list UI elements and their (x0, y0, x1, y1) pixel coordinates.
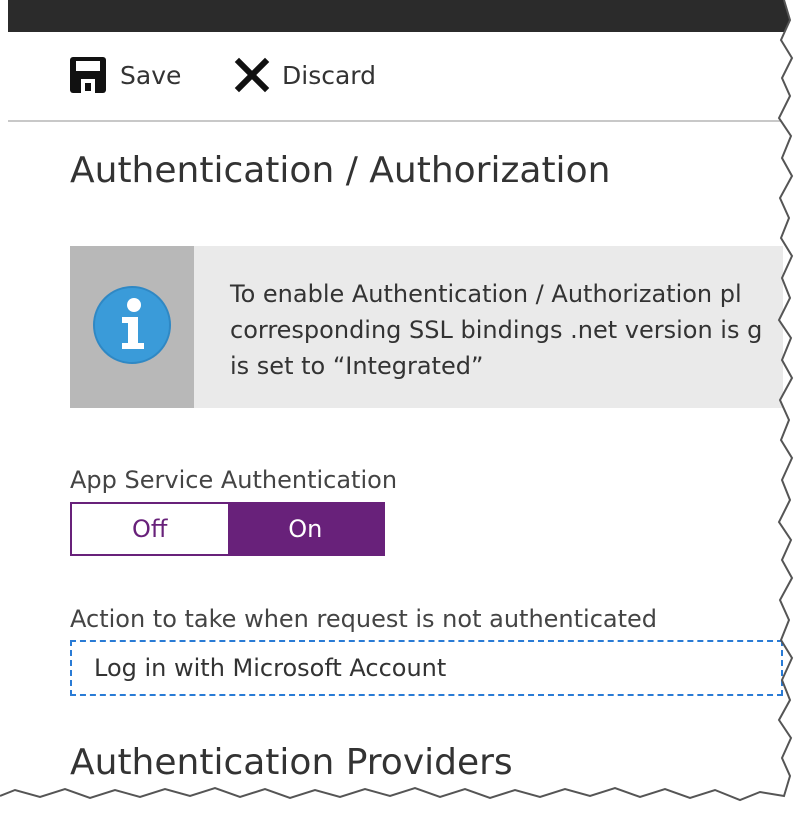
auth-settings-page: Save Discard Authentication / Authorizat… (0, 0, 797, 813)
info-icon (92, 285, 172, 369)
command-toolbar: Save Discard (8, 32, 783, 122)
save-label: Save (120, 60, 182, 90)
info-icon-panel (70, 246, 194, 408)
page-title: Authentication / Authorization (70, 150, 611, 191)
info-banner: To enable Authentication / Authorization… (70, 246, 783, 408)
title-bar (8, 0, 797, 32)
unauthenticated-action-dropdown[interactable]: Log in with Microsoft Account (70, 640, 783, 696)
floppy-disk-icon (68, 55, 108, 95)
info-line: is set to “Integrated” (230, 352, 484, 380)
x-close-icon (234, 57, 270, 93)
save-button[interactable]: Save (68, 54, 181, 96)
providers-heading: Authentication Providers (70, 742, 513, 783)
info-line: corresponding SSL bindings .net version … (230, 316, 763, 344)
app-service-auth-toggle: Off On (70, 502, 385, 556)
info-message: To enable Authentication / Authorization… (230, 276, 783, 384)
app-service-auth-label: App Service Authentication (70, 466, 398, 494)
discard-label: Discard (282, 60, 376, 90)
discard-button[interactable]: Discard (234, 54, 376, 96)
toggle-on-option[interactable]: On (227, 504, 383, 554)
info-line: To enable Authentication / Authorization… (230, 280, 742, 308)
unauthenticated-action-label: Action to take when request is not authe… (70, 605, 658, 633)
toggle-off-option[interactable]: Off (72, 504, 228, 554)
